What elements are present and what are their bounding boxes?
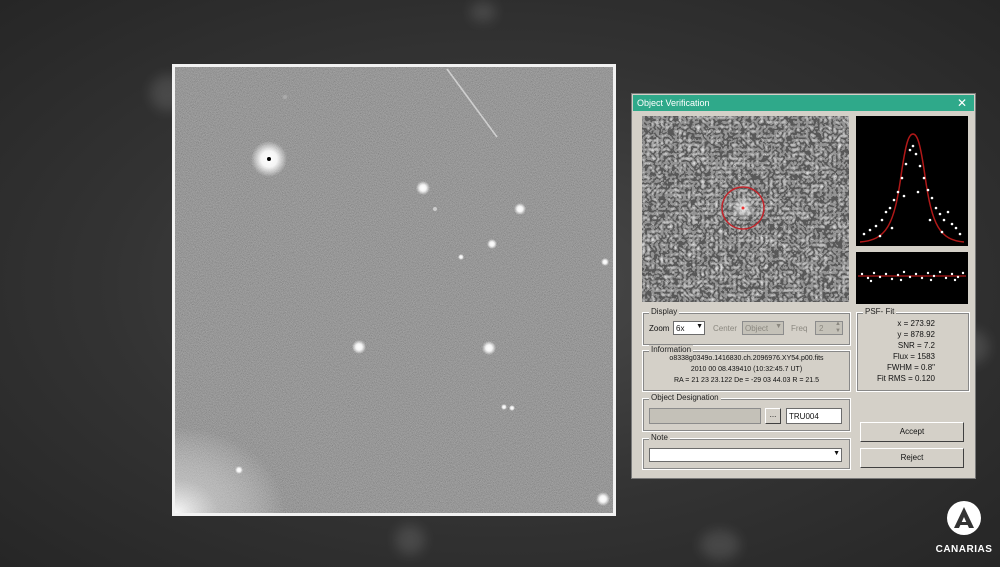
stepper-arrows-icon: ▲ ▼	[835, 321, 841, 334]
object-verification-dialog: Object Verification ✕ Display Zoom 6x ▼ …	[631, 93, 976, 479]
info-datetime: 2010 00 08.439410 (10:32:45.7 UT)	[690, 366, 803, 373]
psf-flux: Flux = 1583	[892, 352, 935, 361]
background-glow	[700, 530, 740, 560]
freq-value: 2	[819, 324, 824, 333]
freq-label: Freq	[791, 324, 808, 333]
background-glow	[470, 2, 496, 22]
dialog-titlebar[interactable]: Object Verification ✕	[633, 95, 974, 111]
psf-y: y = 878.92	[897, 330, 935, 339]
antena3-logo-icon: CANARIAS	[932, 498, 996, 563]
display-legend: Display	[649, 307, 680, 316]
center-label: Center	[713, 324, 738, 333]
browse-button[interactable]: ...	[765, 408, 781, 424]
psf-snr: SNR = 7.2	[897, 341, 935, 350]
center-value: Object	[745, 324, 769, 333]
note-group: Note ▼	[642, 433, 851, 470]
chevron-down-icon: ▼	[696, 323, 703, 330]
information-group: Information o8338g0349o.1416830.ch.20969…	[642, 345, 851, 392]
object-designation-group: Object Designation ... TRU004	[642, 393, 851, 432]
note-legend: Note	[649, 433, 670, 442]
psf-fit-legend: PSF- Fit	[863, 307, 897, 316]
info-coordinates: RA = 21 23 23.122 De = -29 03 44.03 R = …	[674, 377, 819, 384]
reject-button[interactable]: Reject	[860, 448, 964, 468]
dialog-title: Object Verification	[637, 98, 710, 108]
designation-list[interactable]	[649, 408, 761, 424]
psf-fit-group: PSF- Fit x = 273.92 y = 878.92 SNR = 7.2…	[856, 307, 970, 392]
sky-image-canvas	[175, 67, 613, 513]
zoom-select[interactable]: 6x ▼	[673, 321, 705, 335]
object-stamp-image[interactable]	[642, 116, 849, 302]
chevron-down-icon: ▼	[833, 450, 840, 457]
designation-legend: Object Designation	[649, 393, 721, 402]
chevron-down-icon: ▼	[775, 323, 782, 330]
background-glow	[395, 525, 425, 555]
stamp-canvas	[642, 116, 849, 302]
freq-stepper[interactable]: 2 ▲ ▼	[815, 321, 843, 335]
note-select[interactable]: ▼	[649, 448, 842, 462]
close-icon[interactable]: ✕	[956, 95, 968, 111]
zoom-value: 6x	[676, 324, 685, 333]
psf-fit-rms: Fit RMS = 0.120	[876, 374, 935, 383]
zoom-label: Zoom	[649, 324, 670, 333]
psf-x: x = 273.92	[897, 319, 935, 328]
designation-input[interactable]: TRU004	[786, 408, 842, 424]
accept-button[interactable]: Accept	[860, 422, 964, 442]
sky-image[interactable]	[172, 64, 616, 516]
psf-profile-plot	[856, 116, 968, 246]
watermark-text: CANARIAS	[935, 544, 993, 555]
psf-fwhm: FWHM = 0.8"	[887, 363, 935, 372]
center-select[interactable]: Object ▼	[742, 321, 784, 335]
information-legend: Information	[649, 345, 694, 354]
psf-residual-plot	[856, 252, 968, 304]
designation-value: TRU004	[789, 412, 819, 421]
info-filename: o8338g0349o.1416830.ch.2096976.XY54.p00.…	[669, 355, 824, 362]
display-group: Display Zoom 6x ▼ Center Object ▼ Freq 2…	[642, 307, 851, 346]
